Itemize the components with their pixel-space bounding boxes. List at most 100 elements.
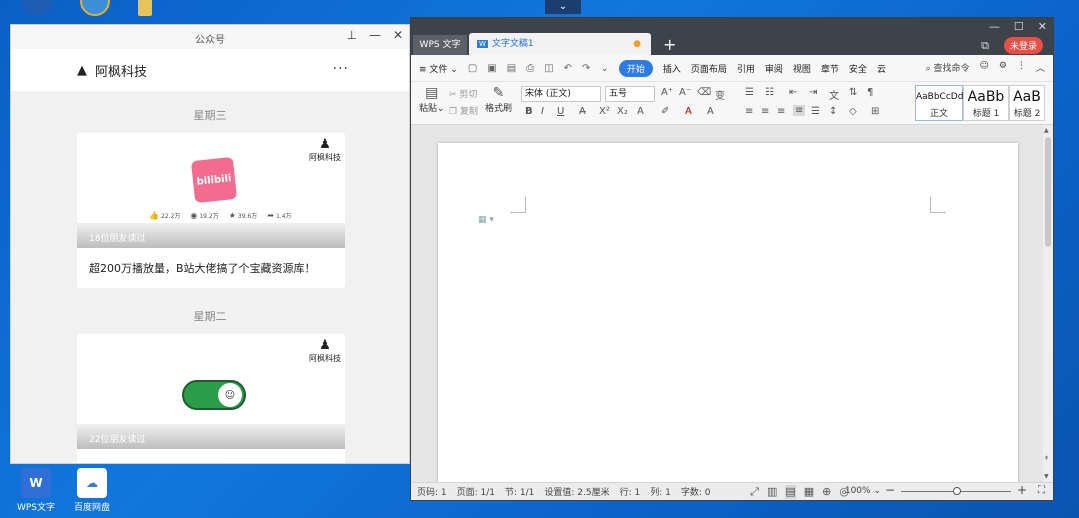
account-name[interactable]: 阿枫科技 xyxy=(95,61,147,80)
tab-view[interactable]: 视图 xyxy=(793,62,811,75)
more-icon[interactable]: ··· xyxy=(333,61,349,77)
tab-chapter[interactable]: 章节 xyxy=(821,62,839,75)
shrink-font-icon[interactable]: A⁻ xyxy=(679,87,691,98)
align-left-icon[interactable]: ≡ xyxy=(745,106,753,117)
window-mode-icon[interactable]: ⧉ xyxy=(981,39,989,53)
text-effect-icon[interactable]: A xyxy=(637,106,644,117)
bold-icon[interactable]: B xyxy=(525,106,533,117)
zoom-in-button[interactable]: + xyxy=(1017,483,1027,497)
tab-layout[interactable]: 页面布局 xyxy=(691,62,727,75)
style-heading-2[interactable]: AaB 标题 2 xyxy=(1009,85,1045,121)
font-name-select[interactable]: 宋体 (正文) xyxy=(521,86,601,102)
tab-home[interactable]: 开始 xyxy=(618,59,653,77)
zoom-level[interactable]: 100% ⌄ xyxy=(845,486,881,496)
paste-options-icon[interactable]: ▦ ▾ xyxy=(478,215,494,225)
document-page[interactable]: ▦ ▾ xyxy=(438,143,1018,500)
format-painter-button[interactable]: ✎ 格式刷 xyxy=(485,85,512,114)
font-size-select[interactable]: 五号 xyxy=(605,86,655,102)
new-tab-button[interactable]: + xyxy=(663,35,676,54)
article-card[interactable]: ♟ 阿枫科技 bilibili 👍 22.2万 ◉ 19.2万 ★ 39.6万 ➦ 1.… xyxy=(77,133,345,288)
align-center-icon[interactable]: ≡ xyxy=(761,106,769,117)
minimize-button[interactable]: — xyxy=(369,28,381,42)
numbered-list-icon[interactable]: ☷ xyxy=(765,87,774,98)
decrease-indent-icon[interactable]: ⇤ xyxy=(789,87,797,98)
desktop-top-expander[interactable]: ⌄ xyxy=(545,0,581,14)
italic-icon[interactable]: I xyxy=(541,106,544,117)
style-normal[interactable]: AaBbCcDd 正文 xyxy=(915,85,963,121)
zoom-out-button[interactable]: − xyxy=(885,483,895,497)
more-icon[interactable]: ⋮ xyxy=(1017,61,1026,74)
tab-wps-home[interactable]: WPS 文字 xyxy=(413,35,467,55)
vertical-scrollbar[interactable]: ▲ ⇞ ▼ xyxy=(1043,125,1053,482)
tab-insert[interactable]: 插入 xyxy=(663,62,681,75)
grow-font-icon[interactable]: A⁺ xyxy=(661,87,673,98)
tab-document[interactable]: W 文字文稿1 ● xyxy=(469,33,651,55)
login-button[interactable]: 未登录 xyxy=(1003,37,1043,54)
font-color-icon[interactable]: A xyxy=(685,106,692,117)
read-mode-icon[interactable]: ▥ xyxy=(767,485,777,499)
article-title[interactable]: 超200万播放量，B站大佬搞了个宝藏资源库！ xyxy=(77,248,345,288)
open-icon[interactable]: ▢ xyxy=(468,63,477,74)
sort-icon[interactable]: ⇅ xyxy=(849,87,857,98)
bullet-list-icon[interactable]: ☰ xyxy=(745,87,754,98)
superscript-icon[interactable]: X² xyxy=(599,106,610,117)
increase-indent-icon[interactable]: ⇥ xyxy=(809,87,817,98)
minimize-button[interactable]: — xyxy=(989,20,1000,33)
highlight-icon[interactable]: ✐ xyxy=(661,106,669,117)
gear-icon[interactable]: ⚙ xyxy=(999,61,1007,74)
desktop-folder-icon[interactable] xyxy=(138,0,152,16)
clear-format-icon[interactable]: ⌫ xyxy=(697,87,711,98)
redo-icon[interactable]: ↷ xyxy=(582,63,590,74)
save-icon[interactable]: ▣ xyxy=(487,63,496,74)
web-view-icon[interactable]: ⊕ xyxy=(822,485,831,499)
desktop-icon-baidu[interactable]: ☁ 百度网盘 xyxy=(68,468,116,513)
preview-icon[interactable]: ◫ xyxy=(544,63,553,74)
chinese-layout-icon[interactable]: 文 xyxy=(829,87,839,102)
cut-button[interactable]: ✂ 剪切 xyxy=(449,87,477,100)
show-marks-icon[interactable]: ¶ xyxy=(867,87,873,98)
close-button[interactable]: ✕ xyxy=(393,28,403,42)
tab-review[interactable]: 审阅 xyxy=(765,62,783,75)
chat-icon[interactable]: ☺ xyxy=(980,61,989,74)
menu-file[interactable]: ≡ 文件 ⌄ xyxy=(419,62,458,75)
maximize-button[interactable]: ☐ xyxy=(1014,20,1024,33)
fit-window-icon[interactable]: ⛶ xyxy=(1038,485,1045,496)
search-command[interactable]: ⌕ 查找命令 xyxy=(926,61,970,74)
scrollbar-thumb[interactable] xyxy=(1045,137,1051,247)
underline-icon[interactable]: U xyxy=(557,106,564,117)
desktop-app-icon[interactable] xyxy=(80,0,110,16)
copy-button[interactable]: ❐ 复制 xyxy=(449,104,478,117)
style-heading-1[interactable]: AaBb 标题 1 xyxy=(963,85,1009,121)
close-button[interactable]: ✕ xyxy=(1038,20,1047,33)
tab-references[interactable]: 引用 xyxy=(737,62,755,75)
char-shading-icon[interactable]: A xyxy=(707,106,714,117)
undo-icon[interactable]: ↶ xyxy=(564,63,572,74)
borders-icon[interactable]: ⊞ xyxy=(871,106,879,117)
page-view-icon[interactable]: ▤ xyxy=(785,485,796,499)
customize-icon[interactable]: ⌄ xyxy=(600,63,608,74)
paste-button[interactable]: ▤ 粘贴⌄ xyxy=(419,85,445,114)
desktop-icon-wps[interactable]: W WPS文字 xyxy=(12,468,60,513)
pin-icon[interactable]: ⊥ xyxy=(346,28,356,42)
fullscreen-icon[interactable]: ⤢ xyxy=(750,485,759,499)
strikethrough-icon[interactable]: A̶ xyxy=(579,106,586,117)
zoom-slider-handle[interactable] xyxy=(953,487,961,495)
distributed-icon[interactable]: ☰ xyxy=(811,106,820,117)
article-card[interactable]: ♟ 阿枫科技 ☺ 22位朋友读过 才发现微信这个老功能，竟然如此好用！？ xyxy=(77,334,345,463)
thumbs-up-icon: 👍 xyxy=(149,211,159,220)
justify-icon[interactable]: ≡ xyxy=(793,105,806,116)
phonetic-icon[interactable]: 变 xyxy=(715,87,725,102)
collapse-ribbon-icon[interactable]: ︿ xyxy=(1036,61,1045,74)
align-right-icon[interactable]: ≡ xyxy=(777,106,785,117)
subscript-icon[interactable]: X₂ xyxy=(617,106,628,117)
export-icon[interactable]: ▤ xyxy=(507,63,516,74)
line-spacing-icon[interactable]: ↕ xyxy=(829,106,837,117)
shading-icon[interactable]: ◇ xyxy=(849,106,857,117)
status-words[interactable]: 字数: 0 xyxy=(681,485,711,498)
tab-security[interactable]: 安全 xyxy=(849,62,867,75)
print-icon[interactable]: ⎙ xyxy=(526,63,534,74)
tab-cloud[interactable]: 云 xyxy=(877,62,886,75)
article-title[interactable]: 才发现微信这个老功能，竟然如此好用！？ xyxy=(77,449,345,463)
desktop-app-icon[interactable] xyxy=(22,0,52,16)
outline-view-icon[interactable]: ▦ xyxy=(804,485,814,499)
